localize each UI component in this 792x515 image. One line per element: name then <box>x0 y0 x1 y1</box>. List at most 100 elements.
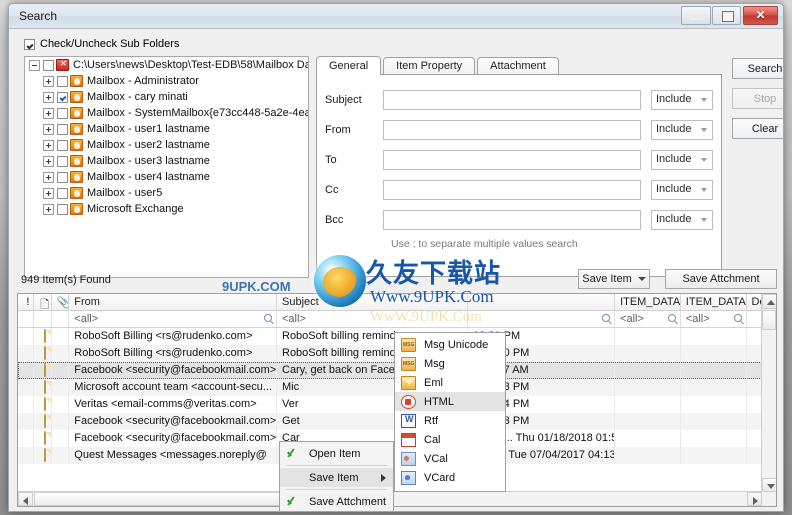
save-item-submenu[interactable]: Msg Unicode Msg Eml HTML Rtf Cal VCal VCard <box>394 332 506 492</box>
tab-attachment[interactable]: Attachment <box>477 57 559 75</box>
tree-item-checkbox[interactable] <box>57 187 68 199</box>
column-header-item-data-1[interactable]: ITEM_DATA... <box>615 294 681 310</box>
expand-icon[interactable] <box>43 155 54 167</box>
filter-from[interactable]: <all> <box>69 311 277 327</box>
search-icon[interactable] <box>602 314 611 322</box>
minimize-button[interactable] <box>681 6 711 25</box>
expand-icon[interactable] <box>43 123 54 135</box>
tree-item-checkbox[interactable] <box>57 91 68 103</box>
from-input[interactable] <box>383 119 641 140</box>
expand-icon[interactable] <box>43 139 54 151</box>
tree-item[interactable]: Mailbox - SystemMailbox{e73cc448-5a2e-4e… <box>43 105 308 121</box>
expand-icon[interactable] <box>43 107 54 119</box>
scroll-right-icon[interactable] <box>747 492 762 506</box>
collapse-icon[interactable] <box>29 59 40 71</box>
submenu-item-msg[interactable]: Msg <box>395 354 505 373</box>
submenu-item-cal[interactable]: Cal <box>395 430 505 449</box>
mailbox-tree[interactable]: C:\Users\news\Desktop\Test-EDB\58\Mailbo… <box>24 56 309 278</box>
tree-item-checkbox[interactable] <box>57 203 68 215</box>
filter-item-data-1[interactable]: <all> <box>615 311 681 327</box>
tab-general[interactable]: General <box>316 56 382 75</box>
menu-item-save-attchment[interactable]: Save Attchment <box>280 492 393 511</box>
to-input[interactable] <box>383 149 641 170</box>
criteria-tabstrip[interactable]: General Item Property Attachment <box>316 56 722 75</box>
save-attachment-button[interactable]: Save Attchment <box>665 269 777 289</box>
tree-item[interactable]: Mailbox - cary minati <box>43 89 308 105</box>
tree-item[interactable]: Mailbox - user5 <box>43 185 308 201</box>
submenu-item-msg-unicode[interactable]: Msg Unicode <box>395 335 505 354</box>
tree-item-label: Mailbox - user2 lastname <box>87 139 210 151</box>
menu-item-open-item[interactable]: Open Item <box>280 444 393 463</box>
submenu-item-vcal[interactable]: VCal <box>395 449 505 468</box>
check-uncheck-subfolders-row[interactable]: Check/Uncheck Sub Folders <box>24 38 778 50</box>
tree-root-node[interactable]: C:\Users\news\Desktop\Test-EDB\58\Mailbo… <box>29 57 308 73</box>
tree-item[interactable]: Mailbox - Administrator <box>43 73 308 89</box>
menu-item-save-item[interactable]: Save Item <box>280 468 393 487</box>
filter-document[interactable] <box>34 311 52 327</box>
search-icon[interactable] <box>667 314 676 322</box>
maximize-button[interactable] <box>712 6 741 25</box>
submenu-item-rtf[interactable]: Rtf <box>395 411 505 430</box>
filter-attachment[interactable] <box>52 311 70 327</box>
tree-item[interactable]: Mailbox - user3 lastname <box>43 153 308 169</box>
expand-icon[interactable] <box>43 203 54 215</box>
tree-item[interactable]: Microsoft Exchange <box>43 201 308 217</box>
tree-item-checkbox[interactable] <box>57 171 68 183</box>
field-label: From <box>325 123 351 136</box>
search-icon[interactable] <box>733 314 742 322</box>
to-mode-select[interactable]: Include <box>651 149 713 170</box>
column-header-from[interactable]: From <box>69 294 277 310</box>
subject-mode-select[interactable]: Include <box>651 89 713 110</box>
tree-item-checkbox[interactable] <box>57 107 68 119</box>
column-header-attachment[interactable]: 📎 <box>52 294 70 310</box>
column-header-date[interactable] <box>468 294 616 310</box>
submenu-item-eml[interactable]: Eml <box>395 373 505 392</box>
grid-horizontal-scrollbar[interactable] <box>18 491 776 506</box>
grid-filter-row[interactable]: <all> <all> <all> <all> <box>18 311 776 328</box>
cc-input[interactable] <box>383 179 641 200</box>
scroll-up-icon[interactable] <box>762 294 776 309</box>
bcc-mode-select[interactable]: Include <box>651 209 713 230</box>
horizontal-scroll-thumb[interactable] <box>34 492 309 506</box>
cc-mode-select[interactable]: Include <box>651 179 713 200</box>
grid-vertical-scrollbar[interactable] <box>761 294 776 493</box>
title-bar[interactable]: Search ✕ <box>9 4 783 29</box>
tree-item[interactable]: Mailbox - user1 lastname <box>43 121 308 137</box>
expand-icon[interactable] <box>43 171 54 183</box>
column-header-item-data-2[interactable]: ITEM_DATA... <box>681 294 747 310</box>
vertical-scroll-thumb[interactable] <box>762 310 776 330</box>
search-button[interactable]: Search <box>732 58 783 79</box>
submenu-item-html[interactable]: HTML <box>395 392 505 411</box>
tab-item-property[interactable]: Item Property <box>383 57 476 75</box>
close-button[interactable]: ✕ <box>743 6 778 25</box>
filter-item-data-2[interactable]: <all> <box>681 311 747 327</box>
expand-icon[interactable] <box>43 187 54 199</box>
filter-date[interactable] <box>468 311 616 327</box>
filter-priority[interactable] <box>18 311 34 327</box>
save-item-button[interactable]: Save Item <box>578 269 650 289</box>
column-header-document[interactable]: 🗋 <box>34 294 52 310</box>
column-header-priority[interactable]: ! <box>18 294 34 310</box>
tree-item-checkbox[interactable] <box>57 75 68 87</box>
expand-icon[interactable] <box>43 91 54 103</box>
submenu-item-vcard[interactable]: VCard <box>395 468 505 487</box>
column-header-subject[interactable]: Subject <box>277 294 469 310</box>
from-mode-select[interactable]: Include <box>651 119 713 140</box>
filter-subject[interactable]: <all> <box>277 311 469 327</box>
clear-button[interactable]: Clear <box>732 118 783 139</box>
stop-button: Stop <box>732 88 783 109</box>
check-uncheck-subfolders-checkbox[interactable] <box>24 38 35 50</box>
tree-item[interactable]: Mailbox - user2 lastname <box>43 137 308 153</box>
subject-input[interactable] <box>383 89 641 110</box>
tree-item-checkbox[interactable] <box>57 139 68 151</box>
tree-item[interactable]: Mailbox - user4 lastname <box>43 169 308 185</box>
scroll-left-icon[interactable] <box>18 492 33 506</box>
expand-icon[interactable] <box>43 75 54 87</box>
bcc-input[interactable] <box>383 209 641 230</box>
grid-header-row[interactable]: ! 🗋 📎 From Subject ITEM_DATA... ITEM_DAT… <box>18 294 776 311</box>
context-menu[interactable]: Open ItemSave ItemSave AttchmentSelect A… <box>279 441 394 511</box>
tree-item-checkbox[interactable] <box>57 123 68 135</box>
tree-root-checkbox[interactable] <box>43 59 54 71</box>
tree-item-checkbox[interactable] <box>57 155 68 167</box>
search-icon[interactable] <box>264 314 272 322</box>
